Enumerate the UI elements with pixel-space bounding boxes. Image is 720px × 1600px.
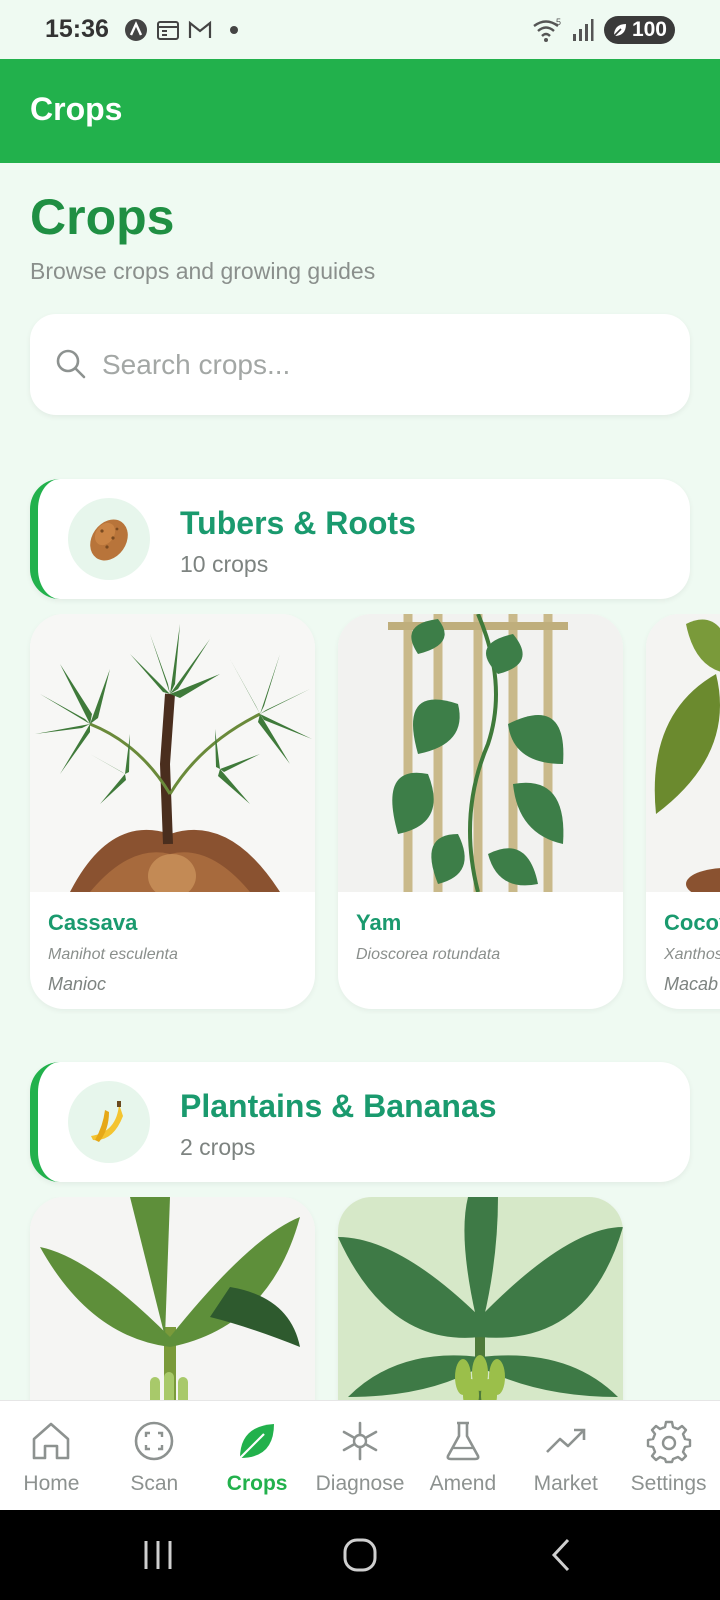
banana-icon: [91, 1101, 123, 1142]
status-time: 15:36: [45, 15, 109, 43]
category-header-tubers-roots[interactable]: Tubers & Roots 10 crops: [30, 479, 690, 599]
bottom-navigation: Home Scan Crops Diagnose Amend Market Se…: [0, 1400, 720, 1510]
status-system-icons: 5 100: [532, 16, 675, 44]
crop-card-plantain[interactable]: [30, 1197, 315, 1400]
search-input[interactable]: [102, 340, 662, 390]
crop-card-cassava[interactable]: Cassava Manihot esculenta Manioc: [30, 614, 315, 1009]
signal-icon: [572, 19, 594, 41]
page-title: Crops: [30, 189, 175, 245]
calendar-icon: [157, 21, 179, 40]
svg-text:5: 5: [556, 17, 561, 27]
nav-label: Scan: [130, 1472, 179, 1495]
plantain-image: [30, 1197, 315, 1400]
status-notification-icons: [124, 18, 238, 42]
crop-scientific-name: Manihot esculenta: [48, 946, 178, 963]
nav-scan[interactable]: Scan: [103, 1401, 206, 1510]
nav-label: Diagnose: [315, 1472, 405, 1495]
crop-name: Yam: [356, 910, 402, 935]
nav-diagnose[interactable]: Diagnose: [309, 1401, 412, 1510]
nav-label: Amend: [429, 1472, 497, 1495]
home-button-icon[interactable]: [340, 1535, 380, 1575]
cassava-image: [30, 614, 315, 892]
category-header-plantains-bananas[interactable]: Plantains & Bananas 2 crops: [30, 1062, 690, 1182]
battery-indicator: 100: [603, 16, 675, 44]
wifi-icon: 5: [533, 17, 561, 42]
category-count: 2 crops: [180, 1134, 256, 1160]
crop-card-cocoyam[interactable]: Cocoy Xanthos Macab: [646, 614, 720, 1009]
diagnose-icon: [342, 1421, 378, 1461]
nav-market[interactable]: Market: [514, 1401, 617, 1510]
flask-icon: [446, 1421, 480, 1461]
notification-dot-icon: [230, 26, 238, 34]
category-icon-wrap: [68, 1081, 150, 1163]
app-bar-title: Crops: [30, 91, 123, 127]
system-navigation-bar: [0, 1510, 720, 1600]
crop-local-name: Macab: [664, 974, 719, 994]
nav-crops[interactable]: Crops: [206, 1401, 309, 1510]
page-subtitle: Browse crops and growing guides: [30, 258, 376, 284]
scan-icon: [134, 1421, 174, 1461]
crop-local-name: Manioc: [48, 974, 107, 994]
nav-amend[interactable]: Amend: [411, 1401, 514, 1510]
crop-card-row-tubers: Cassava Manihot esculenta Manioc Yam Dio…: [0, 614, 720, 1014]
search-box[interactable]: [30, 314, 690, 415]
nav-label: Crops: [226, 1472, 288, 1495]
category-count: 10 crops: [180, 551, 269, 577]
crop-card-banana[interactable]: [338, 1197, 623, 1400]
category-name: Tubers & Roots: [180, 505, 416, 541]
app-bar: Crops: [0, 59, 720, 163]
category-icon-wrap: [68, 498, 150, 580]
gmail-icon: [188, 20, 212, 38]
back-icon[interactable]: [542, 1535, 582, 1575]
crop-name: Cassava: [48, 910, 138, 935]
category-name: Plantains & Bananas: [180, 1088, 497, 1124]
crop-card-yam[interactable]: Yam Dioscorea rotundata: [338, 614, 623, 1009]
app-a-icon: [125, 19, 147, 41]
trend-icon: [545, 1428, 586, 1453]
crop-scientific-name: Dioscorea rotundata: [356, 946, 501, 963]
yam-image: [338, 614, 623, 892]
banana-image: [338, 1197, 623, 1400]
status-bar: 15:36 5 100: [0, 0, 720, 60]
nav-label: Market: [533, 1472, 598, 1495]
battery-level: 100: [631, 18, 667, 41]
nav-label: Home: [23, 1472, 80, 1495]
battery-icon: [612, 24, 626, 38]
crop-card-row-plantains: [0, 1197, 720, 1400]
home-icon: [33, 1422, 70, 1460]
nav-label: Settings: [630, 1472, 707, 1495]
nav-settings[interactable]: Settings: [617, 1401, 720, 1510]
recent-apps-icon[interactable]: [138, 1535, 178, 1575]
leaf-icon: [239, 1424, 275, 1459]
crop-name: Cocoy: [664, 910, 720, 935]
potato-icon: [90, 519, 128, 561]
gear-icon: [646, 1420, 691, 1464]
cocoyam-image: [646, 614, 720, 892]
crop-scientific-name: Xanthos: [664, 946, 720, 963]
nav-home[interactable]: Home: [0, 1401, 103, 1510]
search-icon: [56, 349, 86, 379]
